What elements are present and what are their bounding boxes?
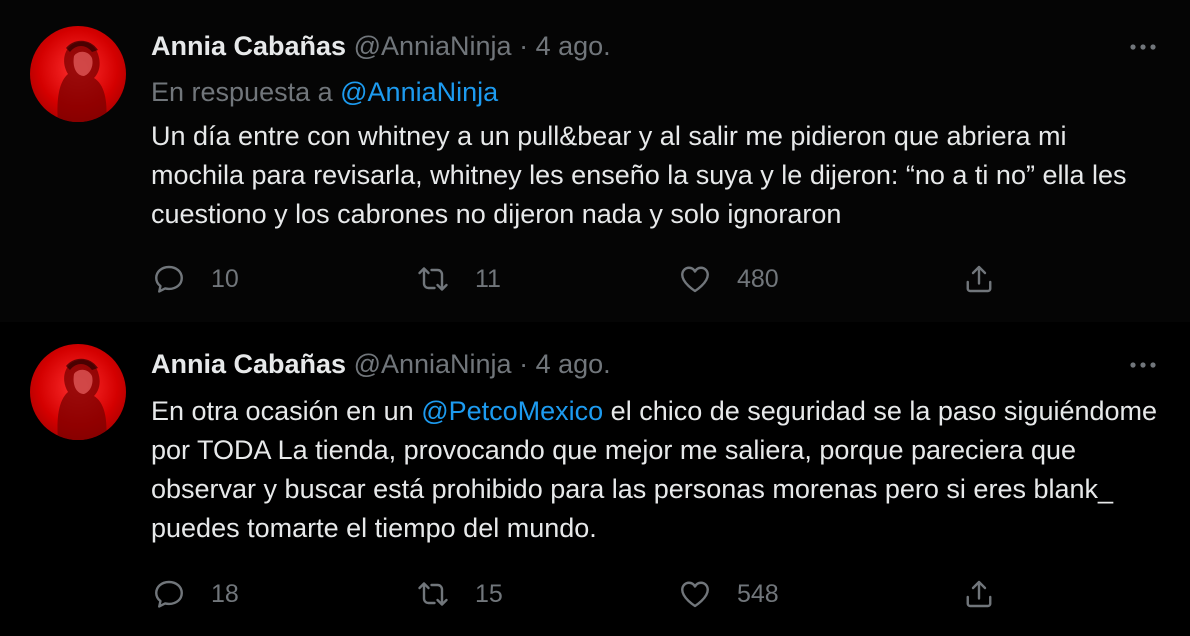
reply-button[interactable]: 10 [151, 259, 239, 299]
speech-bubble-icon [155, 265, 183, 293]
retweet-count: 15 [475, 579, 503, 608]
share-upload-icon [966, 265, 992, 293]
tweet-date[interactable]: 4 ago. [536, 31, 611, 61]
body-mention-link[interactable]: @PetcoMexico [421, 396, 603, 426]
heart-icon [681, 266, 709, 293]
like-count: 548 [737, 579, 779, 608]
retweet-count: 11 [475, 264, 501, 293]
share-button[interactable] [961, 574, 997, 614]
tweet-text: Un día entre con whitney a un pull&bear … [151, 121, 1127, 229]
tweet-header: Annia Cabañas @AnniaNinja · 4 ago. [151, 347, 611, 381]
reply-mention-link[interactable]: @AnniaNinja [340, 77, 498, 107]
tweet-text-part: En otra ocasión en un [151, 396, 422, 426]
retweet-arrows-icon [418, 267, 448, 291]
avatar-photo-icon [57, 358, 107, 440]
more-options-button[interactable] [1126, 30, 1160, 64]
reply-count: 10 [211, 264, 239, 293]
author-handle[interactable]: @AnniaNinja [354, 349, 512, 379]
like-button[interactable]: 548 [677, 574, 779, 614]
separator-dot: · [519, 31, 529, 61]
tweet[interactable]: Annia Cabañas @AnniaNinja · 4 ago. En ot… [0, 322, 1190, 636]
like-button[interactable]: 480 [677, 259, 779, 299]
author-name[interactable]: Annia Cabañas [151, 349, 346, 379]
retweet-button[interactable]: 11 [415, 259, 501, 299]
retweet-arrows-icon [418, 582, 448, 606]
tweet-text: En otra ocasión en un @PetcoMexico el ch… [151, 392, 1161, 548]
separator-dot: · [519, 349, 529, 379]
tweet-actions: 18 15 548 [151, 574, 1011, 614]
author-name[interactable]: Annia Cabañas [151, 31, 346, 61]
reply-count: 18 [211, 579, 239, 608]
reply-context: En respuesta a @AnniaNinja [151, 75, 498, 109]
share-upload-icon [966, 580, 992, 608]
avatar[interactable] [30, 344, 126, 440]
author-handle[interactable]: @AnniaNinja [354, 31, 512, 61]
avatar[interactable] [30, 26, 126, 122]
like-count: 480 [737, 264, 779, 293]
reply-prefix: En respuesta a [151, 77, 333, 107]
share-button[interactable] [961, 259, 997, 299]
heart-icon [681, 581, 709, 608]
tweet-date[interactable]: 4 ago. [536, 349, 611, 379]
tweet-header: Annia Cabañas @AnniaNinja · 4 ago. [151, 29, 611, 63]
retweet-button[interactable]: 15 [415, 574, 503, 614]
more-horizontal-icon [1130, 44, 1156, 50]
speech-bubble-icon [155, 580, 183, 608]
tweet-actions: 10 11 480 [151, 259, 1011, 299]
avatar-photo-icon [57, 40, 107, 122]
tweet[interactable]: Annia Cabañas @AnniaNinja · 4 ago. En re… [0, 0, 1190, 322]
more-options-button[interactable] [1126, 348, 1160, 382]
more-horizontal-icon [1130, 362, 1156, 368]
reply-button[interactable]: 18 [151, 574, 239, 614]
